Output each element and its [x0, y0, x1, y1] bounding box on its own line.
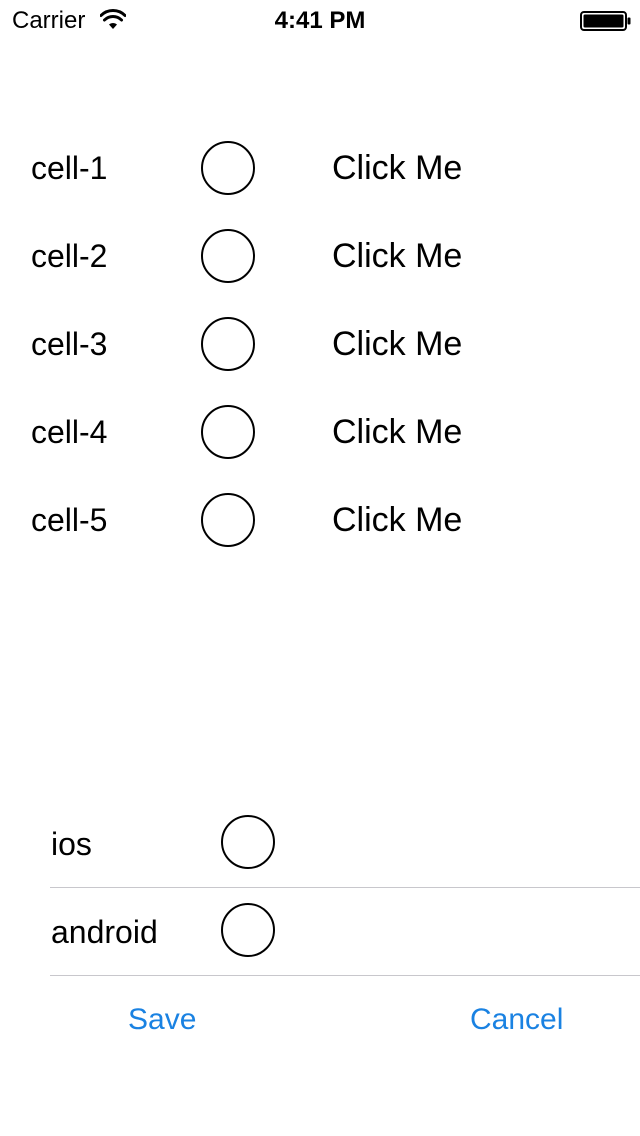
radio-button[interactable] — [201, 493, 255, 547]
click-me-button[interactable]: Click Me — [332, 234, 462, 278]
cell-label: cell-5 — [31, 502, 108, 538]
radio-button[interactable] — [221, 903, 275, 957]
platform-options: ios android — [50, 800, 640, 976]
cell-label: cell-2 — [31, 238, 108, 274]
clock: 4:41 PM — [274, 7, 366, 34]
cell-label: cell-3 — [31, 326, 108, 362]
radio-button[interactable] — [201, 317, 255, 371]
click-me-button[interactable]: Click Me — [332, 146, 462, 190]
save-button[interactable]: Save — [128, 1000, 196, 1040]
option-label: android — [51, 914, 158, 950]
option-label: ios — [51, 826, 92, 862]
option-row-android[interactable]: android — [50, 888, 640, 976]
cell-row: cell-5 Click Me — [0, 476, 640, 564]
radio-button[interactable] — [201, 229, 255, 283]
battery-icon — [580, 11, 631, 31]
cell-label: cell-4 — [31, 414, 108, 450]
click-me-button[interactable]: Click Me — [332, 498, 462, 542]
cell-label: cell-1 — [31, 150, 108, 186]
click-me-button[interactable]: Click Me — [332, 322, 462, 366]
cell-row: cell-4 Click Me — [0, 388, 640, 476]
cell-row: cell-2 Click Me — [0, 212, 640, 300]
cell-row: cell-3 Click Me — [0, 300, 640, 388]
radio-button[interactable] — [201, 141, 255, 195]
option-row-ios[interactable]: ios — [50, 800, 640, 888]
status-bar: Carrier 4:41 PM — [0, 0, 640, 40]
screen: Carrier 4:41 PM cell-1 Click Me cell-2 C… — [0, 0, 640, 1136]
cell-row: cell-1 Click Me — [0, 124, 640, 212]
radio-button[interactable] — [201, 405, 255, 459]
click-me-button[interactable]: Click Me — [332, 410, 462, 454]
radio-button[interactable] — [221, 815, 275, 869]
cancel-button[interactable]: Cancel — [470, 1000, 563, 1040]
